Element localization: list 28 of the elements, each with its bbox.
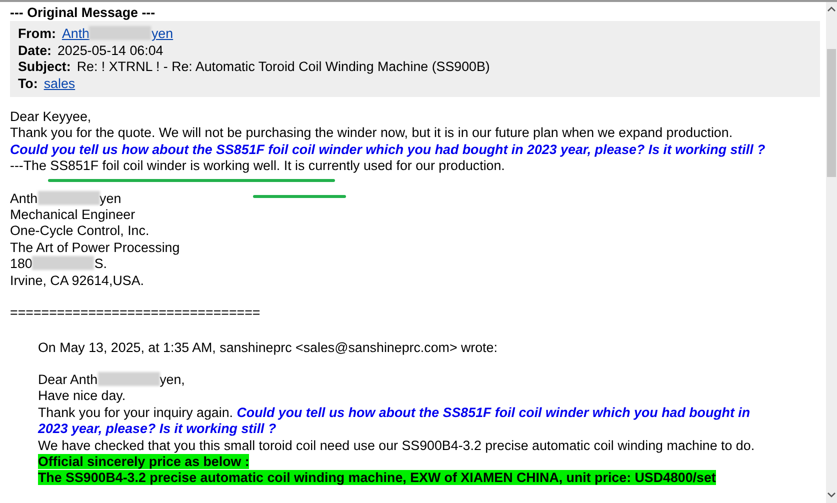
scrollbar-thumb[interactable] [827,49,836,177]
body-line: The Art of Power Processing [10,240,181,256]
header-label: Date: [18,42,52,60]
header-link[interactable]: sales [44,76,76,92]
scroll-up-icon[interactable] [827,6,836,12]
header-value: Re: ! XTRNL ! - Re: Automatic Toroid Coil Winding Machine (SS900B) [76,59,490,76]
body-line: ================================ [10,305,262,322]
quoted-line: Have nice day. [38,388,127,405]
quoted-line: On May 13, 2025, at 1:35 AM, sanshineprc <sales@sanshineprc.com> wrote: [38,340,498,356]
body-line: Dear Keyyee, [10,109,92,126]
body-line: Thank you for the quote. We will not be purchasing the winder now, but it is in our future plan when we expand production. [10,125,734,142]
body-paragraph: Could you tell us how about the SS851F foil coil winder which you had bought in 2023 year, please? Is it working still ? ---The SS851F foil coil winder is working well. It is currently used for our production. [10,142,766,175]
quoted-line: Dear Anth yen, [38,372,186,388]
body-line: One-Cycle Control, Inc. [10,223,150,240]
original-message-title: --- Original Message --- [10,5,156,22]
scrollbar[interactable] [826,2,837,503]
header-value: 2025-05-14 06:04 [57,42,164,60]
header-link[interactable]: Anth yen [62,26,174,43]
body-line: 180 S. [10,256,108,273]
header-label: From: [18,26,56,43]
body-line: Mechanical Engineer [10,207,136,224]
header-label: Subject: [18,59,71,76]
header-label: To: [18,76,38,92]
body-line: Irvine, CA 92614,USA. [10,272,145,290]
quoted-line: We have checked that you this small toroid coil need use our SS900B4-3.2 precise automatic coil winding machine to do. [38,438,756,454]
scroll-down-icon[interactable] [827,492,836,498]
body-line: Anth yen [10,190,122,208]
quoted-paragraph: Thank you for your inquiry again. Could you tell us how about the SS851F foil coil winder which you had bought in 2023 year, please? Is it working still ? [38,404,752,438]
